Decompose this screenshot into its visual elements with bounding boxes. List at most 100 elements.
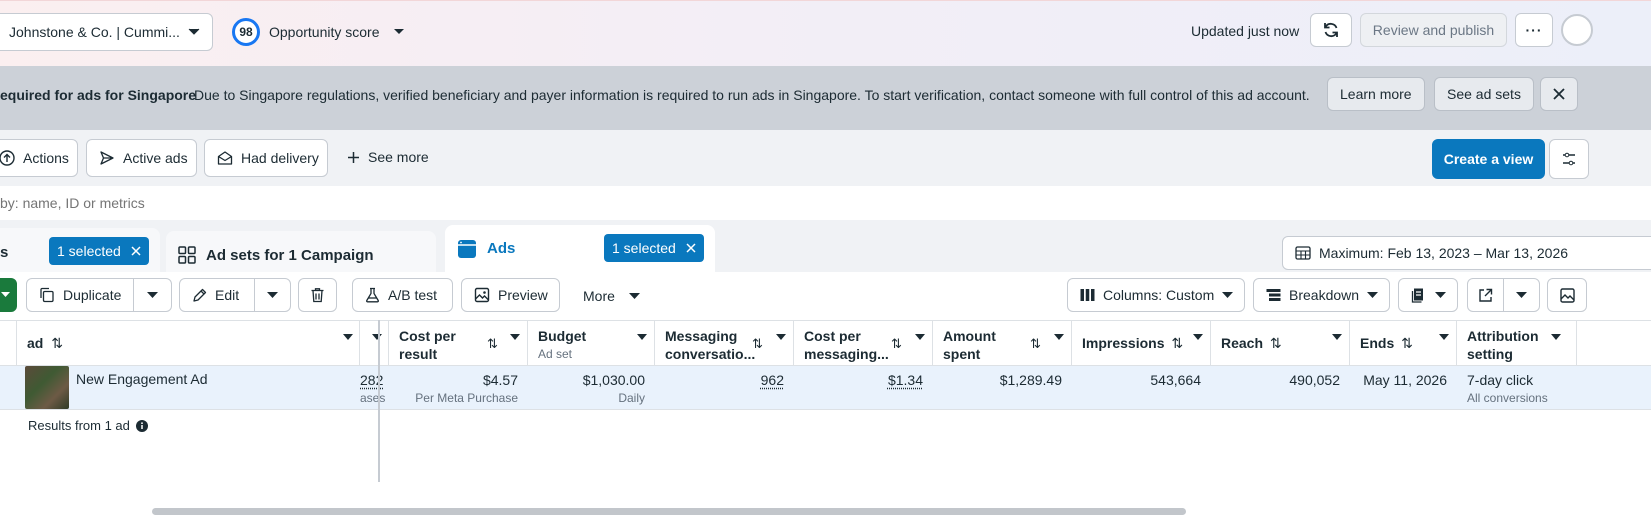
- image-icon: [474, 287, 490, 303]
- chevron-down-icon[interactable]: [637, 334, 653, 350]
- column-header-budget[interactable]: Budget Ad set: [528, 321, 655, 365]
- sort-icon[interactable]: ⇅: [1171, 335, 1183, 351]
- account-selector[interactable]: Johnstone & Co. | Cummi...: [0, 13, 213, 51]
- chevron-down-icon[interactable]: [1054, 334, 1070, 350]
- columns-button[interactable]: Columns: Custom: [1067, 278, 1245, 312]
- sort-icon[interactable]: ⇅: [891, 335, 902, 353]
- column-header-ad[interactable]: ad ⇅: [17, 321, 360, 365]
- edit-button[interactable]: Edit: [179, 278, 255, 312]
- chevron-down-icon[interactable]: [776, 334, 792, 350]
- close-icon[interactable]: [686, 243, 696, 253]
- ads-selected-label: 1 selected: [612, 240, 676, 256]
- chevron-down-icon[interactable]: [1193, 334, 1209, 350]
- ab-test-label: A/B test: [388, 287, 438, 303]
- chevron-down-icon[interactable]: [343, 334, 359, 350]
- search-input[interactable]: [0, 186, 1651, 220]
- table-header: ad ⇅ Cost per result ⇅ Budget Ad set Mes…: [0, 320, 1651, 366]
- create-dropdown-button[interactable]: [0, 278, 17, 312]
- chart-toggle-button[interactable]: [1547, 278, 1587, 312]
- duplicate-dropdown-button[interactable]: [133, 278, 172, 312]
- chevron-down-icon: [188, 28, 200, 36]
- more-actions-button[interactable]: More: [583, 288, 640, 304]
- sort-icon[interactable]: ⇅: [51, 335, 63, 351]
- opportunity-score-value: 98: [232, 18, 260, 46]
- column-header-results[interactable]: [360, 321, 389, 365]
- top-bar: Johnstone & Co. | Cummi... 98 Opportunit…: [0, 0, 1651, 66]
- filter-row: Actions Active ads Had delivery See more…: [0, 130, 1651, 186]
- chevron-down-icon[interactable]: [510, 334, 526, 350]
- actions-filter[interactable]: Actions: [0, 139, 78, 177]
- column-header-impressions[interactable]: Impressions ⇅: [1072, 321, 1211, 365]
- column-header-reach[interactable]: Reach ⇅: [1211, 321, 1350, 365]
- reports-icon: [1411, 287, 1427, 303]
- export-dropdown-button[interactable]: [1503, 278, 1540, 312]
- horizontal-scrollbar[interactable]: [152, 508, 1186, 515]
- breakdown-button[interactable]: Breakdown: [1253, 278, 1390, 312]
- see-ad-sets-button[interactable]: See ad sets: [1434, 77, 1534, 111]
- column-header-cost-per-result[interactable]: Cost per result ⇅: [389, 321, 528, 365]
- sort-icon[interactable]: ⇅: [752, 335, 763, 353]
- preview-label: Preview: [498, 287, 548, 303]
- copy-icon: [39, 287, 55, 303]
- export-button[interactable]: [1467, 278, 1504, 312]
- campaigns-selected-label: 1 selected: [57, 243, 121, 259]
- cell-budget-sub: Daily: [618, 391, 645, 405]
- delete-button[interactable]: [298, 278, 337, 312]
- columns-label: Columns: Custom: [1103, 287, 1215, 303]
- campaigns-selected-chip[interactable]: 1 selected: [49, 237, 149, 265]
- cell-ends: May 11, 2026: [1350, 366, 1457, 409]
- had-delivery-filter[interactable]: Had delivery: [204, 139, 328, 177]
- duplicate-label: Duplicate: [63, 287, 122, 303]
- view-options-button[interactable]: [1549, 139, 1589, 179]
- learn-more-button[interactable]: Learn more: [1327, 77, 1425, 111]
- tab-campaigns[interactable]: s 1 selected: [0, 228, 160, 276]
- search-row: [0, 186, 1651, 220]
- date-range-picker[interactable]: Maximum: Feb 13, 2023 – Mar 13, 2026: [1282, 236, 1651, 270]
- column-header-checkbox[interactable]: [0, 321, 17, 365]
- more-options-button[interactable]: ···: [1515, 13, 1553, 47]
- chevron-down-icon[interactable]: [372, 334, 388, 350]
- column-header-attribution[interactable]: Attribution setting: [1457, 321, 1577, 365]
- cell-impressions-value: 543,664: [1150, 372, 1201, 388]
- sort-icon[interactable]: ⇅: [1270, 335, 1282, 351]
- preview-button[interactable]: Preview: [461, 278, 560, 312]
- chevron-down-icon[interactable]: [1439, 334, 1455, 350]
- results-summary-label: Results from 1 ad: [28, 418, 130, 433]
- chevron-down-icon: [147, 291, 158, 299]
- cell-cost-per-messaging: $1.34: [794, 366, 933, 409]
- sort-icon[interactable]: ⇅: [1030, 335, 1041, 353]
- create-view-button[interactable]: Create a view: [1432, 139, 1545, 179]
- ads-icon: [457, 239, 477, 259]
- refresh-button[interactable]: [1310, 13, 1352, 47]
- opportunity-score[interactable]: 98 Opportunity score: [232, 18, 405, 46]
- column-header-ends[interactable]: Ends ⇅: [1350, 321, 1457, 365]
- avatar[interactable]: [1561, 14, 1593, 46]
- chevron-down-icon[interactable]: [915, 334, 931, 350]
- cell-amount-spent-value: $1,289.49: [999, 372, 1062, 388]
- frozen-column-divider: [378, 320, 380, 482]
- column-header-amount-spent[interactable]: Amount spent ⇅: [933, 321, 1072, 365]
- review-publish-button[interactable]: Review and publish: [1360, 13, 1507, 47]
- see-more-filters-button[interactable]: See more: [347, 149, 429, 165]
- chevron-down-icon[interactable]: [1332, 334, 1348, 350]
- column-header-messaging-label: Messaging conversatio...: [665, 328, 755, 362]
- sort-icon[interactable]: ⇅: [1401, 335, 1413, 351]
- close-icon[interactable]: [131, 246, 141, 256]
- sort-icon[interactable]: ⇅: [487, 335, 498, 353]
- info-icon[interactable]: [135, 419, 148, 432]
- column-header-messaging-conversations[interactable]: Messaging conversatio... ⇅: [655, 321, 794, 365]
- had-delivery-filter-label: Had delivery: [241, 150, 319, 166]
- ad-name[interactable]: New Engagement Ad: [76, 371, 208, 387]
- active-ads-filter-label: Active ads: [123, 150, 188, 166]
- duplicate-button[interactable]: Duplicate: [26, 278, 134, 312]
- reports-button[interactable]: [1398, 278, 1458, 312]
- close-banner-button[interactable]: [1540, 77, 1578, 111]
- ab-test-button[interactable]: A/B test: [352, 278, 453, 312]
- column-header-cost-per-messaging[interactable]: Cost per messaging... ⇅: [794, 321, 933, 365]
- ads-selected-chip[interactable]: 1 selected: [604, 234, 704, 262]
- active-ads-filter[interactable]: Active ads: [86, 139, 197, 177]
- chevron-down-icon[interactable]: [1551, 334, 1567, 350]
- tab-ads[interactable]: Ads 1 selected: [445, 225, 715, 272]
- table-row[interactable]: New Engagement Ad 282 ases $4.57 Per Met…: [0, 366, 1651, 410]
- edit-dropdown-button[interactable]: [254, 278, 291, 312]
